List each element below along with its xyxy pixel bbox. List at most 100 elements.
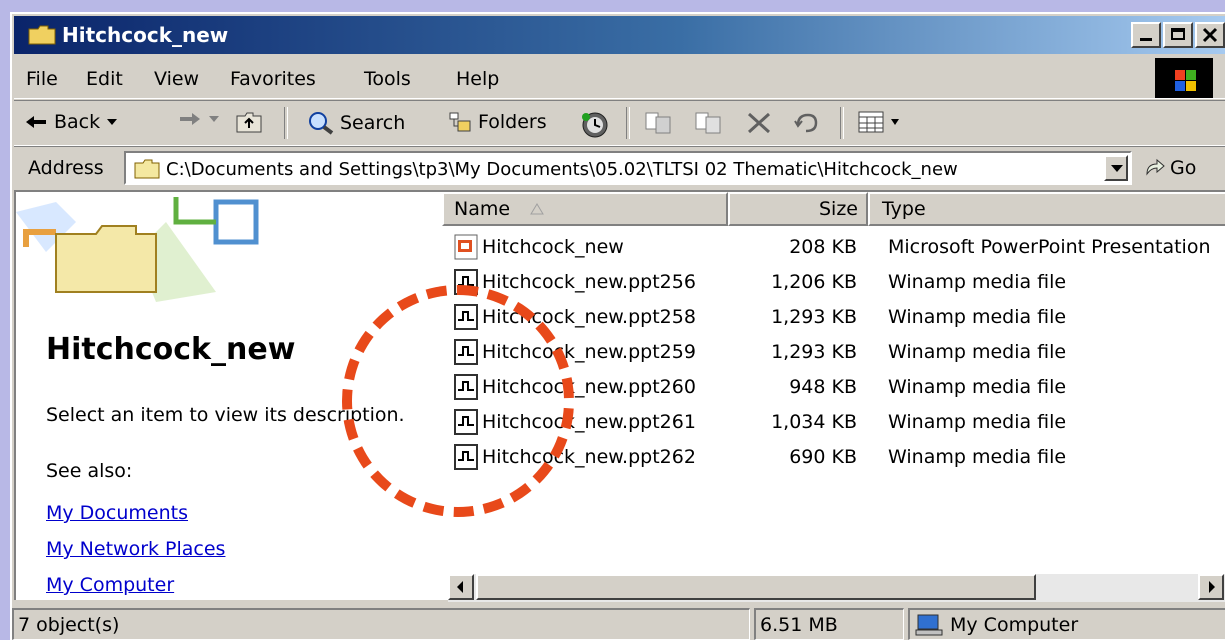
link-my-network-places[interactable]: My Network Places bbox=[46, 538, 225, 560]
folder-icon bbox=[28, 25, 56, 45]
search-icon bbox=[309, 112, 334, 135]
address-dropdown-button[interactable] bbox=[1104, 155, 1128, 181]
move-to-button[interactable] bbox=[644, 111, 672, 135]
link-my-documents[interactable]: My Documents bbox=[46, 502, 188, 524]
toolbar-separator bbox=[626, 107, 630, 139]
history-icon bbox=[582, 112, 608, 138]
views-icon bbox=[858, 111, 884, 133]
delete-icon bbox=[747, 112, 771, 134]
address-bar: Address C:\Documents and Settings\tp3\My… bbox=[14, 146, 1225, 189]
title-bar[interactable]: Hitchcock_new bbox=[14, 16, 1225, 54]
chevron-down-icon bbox=[209, 116, 219, 122]
history-button[interactable] bbox=[580, 111, 610, 139]
file-row[interactable]: Hitchcock_new.ppt258 1,293 KB Winamp med… bbox=[442, 300, 1225, 335]
undo-button[interactable] bbox=[794, 111, 820, 135]
minimize-button[interactable] bbox=[1131, 22, 1161, 48]
undo-icon bbox=[794, 113, 818, 133]
address-path: C:\Documents and Settings\tp3\My Documen… bbox=[166, 159, 958, 180]
views-button[interactable] bbox=[858, 111, 900, 133]
sort-ascending-icon bbox=[530, 203, 544, 215]
toolbar: Back Search Folders bbox=[14, 100, 1225, 146]
menu-favorites[interactable]: Favorites bbox=[230, 68, 316, 90]
maximize-icon bbox=[1171, 28, 1185, 40]
chevron-down-icon bbox=[107, 119, 118, 125]
folder-banner-graphic bbox=[16, 192, 316, 322]
forward-button[interactable] bbox=[178, 111, 220, 127]
delete-button[interactable] bbox=[746, 111, 772, 135]
menu-bar: File Edit View Favorites Tools Help bbox=[14, 58, 1225, 99]
explorer-window: Hitchcock_new File Edit View Favorites T… bbox=[10, 12, 1225, 640]
file-row[interactable]: Hitchcock_new.ppt261 1,034 KB Winamp med… bbox=[442, 405, 1225, 440]
file-name: Hitchcock_new bbox=[482, 236, 624, 258]
column-header-name[interactable]: Name bbox=[442, 192, 728, 226]
scrollbar-thumb[interactable] bbox=[476, 574, 1036, 600]
toolbar-separator bbox=[284, 107, 288, 139]
menu-tools[interactable]: Tools bbox=[364, 68, 411, 90]
address-input[interactable]: C:\Documents and Settings\tp3\My Documen… bbox=[124, 151, 1132, 185]
up-folder-icon bbox=[236, 112, 262, 133]
address-label: Address bbox=[28, 157, 104, 179]
file-size: 1,034 KB bbox=[771, 411, 857, 433]
file-size: 948 KB bbox=[789, 376, 857, 398]
back-button[interactable]: Back bbox=[24, 111, 118, 133]
forward-arrow-icon bbox=[180, 113, 200, 125]
file-row[interactable]: Hitchcock_new 208 KB Microsoft PowerPoin… bbox=[442, 230, 1225, 265]
file-type: Winamp media file bbox=[888, 411, 1067, 433]
horizontal-scrollbar[interactable] bbox=[448, 574, 1225, 602]
file-type: Winamp media file bbox=[888, 376, 1067, 398]
search-button[interactable]: Search bbox=[308, 111, 405, 135]
column-type-label: Type bbox=[882, 198, 926, 220]
file-name: Hitchcock_new.ppt258 bbox=[482, 306, 696, 328]
up-folder-button[interactable] bbox=[236, 111, 262, 133]
file-size: 208 KB bbox=[789, 236, 857, 258]
file-row[interactable]: Hitchcock_new.ppt256 1,206 KB Winamp med… bbox=[442, 265, 1225, 300]
file-row[interactable]: Hitchcock_new.ppt260 948 KB Winamp media… bbox=[442, 370, 1225, 405]
file-name: Hitchcock_new.ppt256 bbox=[482, 271, 696, 293]
close-icon bbox=[1202, 27, 1218, 43]
file-size: 1,293 KB bbox=[771, 306, 857, 328]
move-to-icon bbox=[645, 112, 671, 134]
scroll-left-button[interactable] bbox=[448, 574, 474, 600]
go-button[interactable]: Go bbox=[1144, 157, 1196, 179]
file-row[interactable]: Hitchcock_new.ppt259 1,293 KB Winamp med… bbox=[442, 335, 1225, 370]
file-name: Hitchcock_new.ppt261 bbox=[482, 411, 696, 433]
menu-help[interactable]: Help bbox=[456, 68, 499, 90]
close-button[interactable] bbox=[1195, 22, 1225, 48]
search-label: Search bbox=[340, 112, 406, 134]
status-zone: My Computer bbox=[908, 608, 1225, 640]
go-label: Go bbox=[1170, 157, 1197, 179]
status-bar: 7 object(s) 6.51 MB My Computer bbox=[12, 604, 1225, 640]
copy-to-button[interactable] bbox=[694, 111, 722, 135]
maximize-button[interactable] bbox=[1163, 22, 1193, 48]
menu-view[interactable]: View bbox=[154, 68, 199, 90]
file-row[interactable]: Hitchcock_new.ppt262 690 KB Winamp media… bbox=[442, 440, 1225, 475]
winamp-file-icon bbox=[454, 269, 478, 295]
back-arrow-icon bbox=[26, 116, 46, 128]
link-my-computer[interactable]: My Computer bbox=[46, 574, 174, 596]
web-view-pane: Hitchcock_new Select an item to view its… bbox=[16, 192, 436, 600]
folders-label: Folders bbox=[478, 111, 547, 133]
column-header-size[interactable]: Size bbox=[728, 192, 868, 226]
folders-button[interactable]: Folders bbox=[448, 111, 547, 133]
go-arrow-icon bbox=[1146, 158, 1165, 176]
scroll-right-button[interactable] bbox=[1198, 574, 1224, 600]
file-type: Winamp media file bbox=[888, 341, 1067, 363]
status-size: 6.51 MB bbox=[754, 608, 904, 640]
file-list: Name Size Type Hitchcock_new 208 KB Micr… bbox=[442, 192, 1225, 600]
menu-edit[interactable]: Edit bbox=[86, 68, 123, 90]
my-computer-icon bbox=[915, 614, 943, 635]
file-size: 1,293 KB bbox=[771, 341, 857, 363]
see-also-label: See also: bbox=[46, 460, 133, 482]
column-header-type[interactable]: Type bbox=[868, 192, 1225, 226]
toolbar-separator bbox=[840, 107, 844, 139]
file-type: Winamp media file bbox=[888, 271, 1067, 293]
arrow-right-icon bbox=[1209, 581, 1215, 593]
main-content: Hitchcock_new Select an item to view its… bbox=[14, 190, 1225, 600]
chevron-down-icon bbox=[891, 119, 899, 125]
menu-file[interactable]: File bbox=[26, 68, 58, 90]
status-objects: 7 object(s) bbox=[12, 608, 750, 640]
folders-icon bbox=[449, 112, 471, 132]
file-name: Hitchcock_new.ppt259 bbox=[482, 341, 696, 363]
column-size-label: Size bbox=[818, 198, 858, 220]
back-label: Back bbox=[54, 111, 101, 133]
